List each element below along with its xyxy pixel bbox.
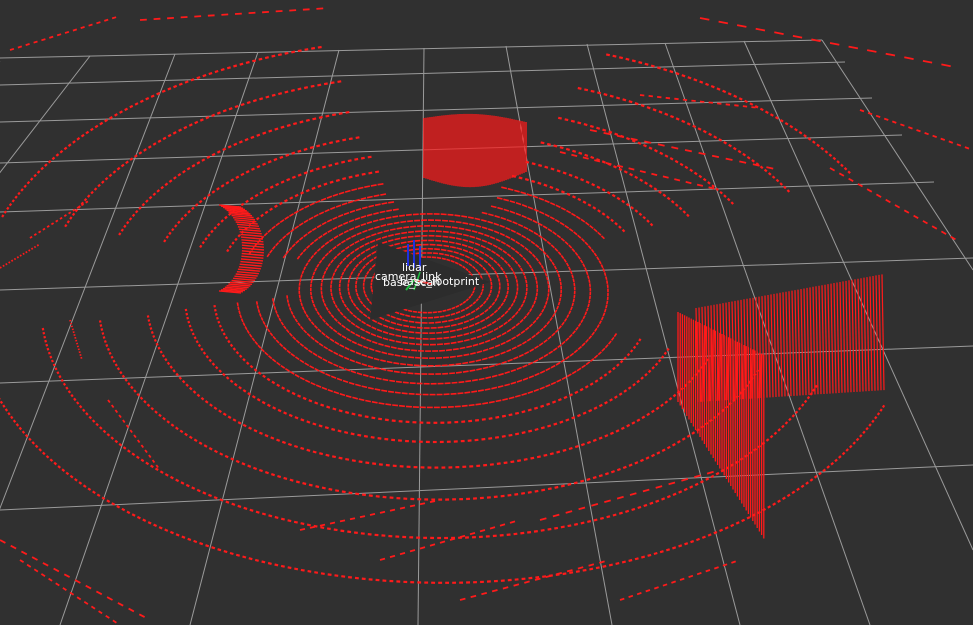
3d-viewport[interactable]: lidar camera_link base_scan base_footpri… bbox=[0, 0, 973, 625]
point-cloud bbox=[0, 7, 970, 624]
scene-canvas[interactable]: lidar camera_link base_scan base_footpri… bbox=[0, 0, 973, 625]
tf-label-base-footprint: base_footprint bbox=[400, 275, 480, 288]
